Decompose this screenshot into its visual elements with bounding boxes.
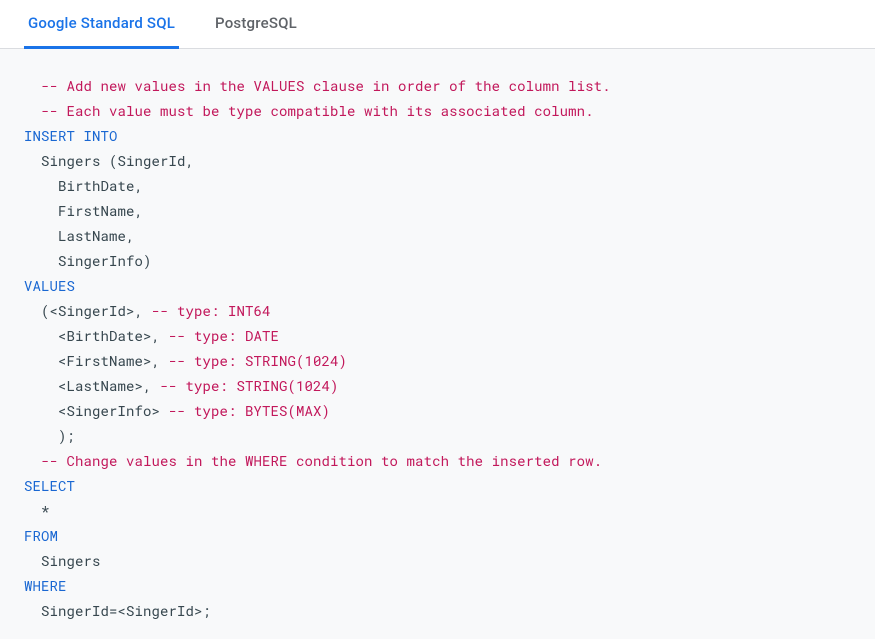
code-keyword: FROM xyxy=(24,526,58,545)
code-keyword: SELECT xyxy=(24,476,75,495)
code-keyword: INSERT INTO xyxy=(24,126,118,145)
code-keyword: VALUES xyxy=(24,276,75,295)
code-text: * xyxy=(24,501,50,520)
code-text: <SingerInfo> xyxy=(24,401,169,420)
tab-google-standard-sql[interactable]: Google Standard SQL xyxy=(24,0,179,49)
code-text: Singers xyxy=(24,551,101,570)
code-text: SingerId=<SingerId>; xyxy=(24,601,211,620)
code-keyword: WHERE xyxy=(24,576,67,595)
code-block: -- Add new values in the VALUES clause i… xyxy=(24,73,867,623)
code-text: <FirstName>, xyxy=(24,351,169,370)
code-comment: -- Each value must be type compatible wi… xyxy=(24,101,594,120)
code-comment: -- Add new values in the VALUES clause i… xyxy=(24,76,611,95)
code-comment: -- type: BYTES(MAX) xyxy=(169,401,331,420)
code-panel: -- Add new values in the VALUES clause i… xyxy=(0,49,875,639)
code-comment: -- type: STRING(1024) xyxy=(160,376,339,395)
code-comment: -- type: DATE xyxy=(169,326,280,345)
code-text: Singers (SingerId, BirthDate, FirstName,… xyxy=(24,151,194,270)
code-text: <BirthDate>, xyxy=(24,326,169,345)
code-comment: -- Change values in the WHERE condition … xyxy=(24,451,602,470)
code-text: ); xyxy=(24,426,75,445)
tab-bar: Google Standard SQL PostgreSQL xyxy=(0,0,875,49)
code-text: <LastName>, xyxy=(24,376,160,395)
tab-postgresql[interactable]: PostgreSQL xyxy=(211,0,301,49)
code-comment: -- type: STRING(1024) xyxy=(169,351,348,370)
code-comment: -- type: INT64 xyxy=(152,301,271,320)
code-text: (<SingerId>, xyxy=(24,301,152,320)
